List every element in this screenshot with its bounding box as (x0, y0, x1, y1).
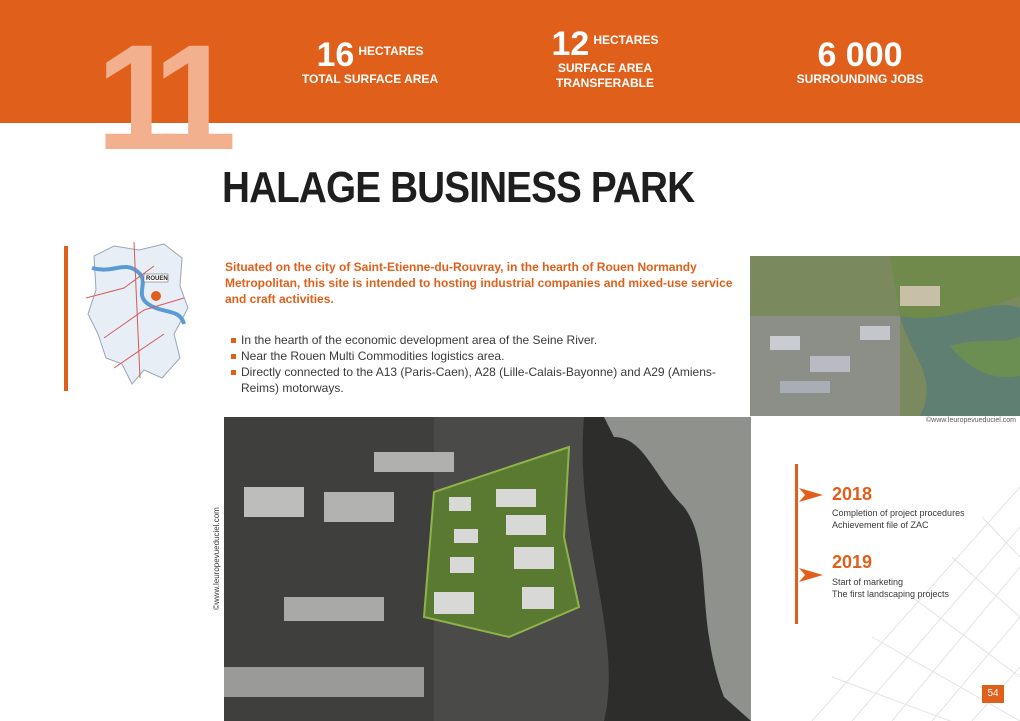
stat-surrounding-jobs: 6 000 SURROUNDING JOBS (780, 38, 940, 87)
page-title: HALAGE BUSINESS PARK (222, 163, 695, 212)
location-map: ROUEN (85, 241, 189, 385)
map-city-label: ROUEN (146, 276, 168, 282)
timeline-bar (795, 464, 798, 624)
intro-paragraph: Situated on the city of Saint-Etienne-du… (225, 260, 733, 306)
timeline-year: 2018 (832, 484, 873, 504)
stat-label: SURROUNDING JOBS (796, 72, 924, 86)
feature-list: In the hearth of the economic developmen… (231, 332, 741, 396)
stat-value: 16 (316, 36, 355, 74)
stat-label: TRANSFERABLE (556, 76, 654, 90)
timeline-text: Start of marketing (832, 577, 904, 587)
timeline-text: The first landscaping projects (832, 589, 950, 599)
accent-bar (64, 246, 68, 391)
timeline-arrow-icon (799, 488, 823, 502)
stat-value: 12 (551, 25, 590, 63)
decorative-grid (811, 486, 1020, 721)
stat-label: TOTAL SURFACE AREA (301, 72, 439, 86)
timeline-text: Completion of project procedures (832, 508, 965, 518)
stat-label: SURFACE AREA (557, 61, 653, 75)
list-item: In the hearth of the economic developmen… (231, 332, 741, 348)
timeline-arrow-icon (799, 568, 823, 582)
timeline-year: 2019 (832, 552, 873, 572)
aerial-photo (750, 256, 1020, 416)
site-number: 11 (96, 13, 237, 181)
render-credit: ©www.leuropevueduciel.com (212, 507, 221, 610)
page-number: 54 (982, 685, 1004, 703)
stat-unit: HECTARES (358, 44, 424, 58)
list-item: Near the Rouen Multi Commodities logisti… (231, 348, 741, 364)
stat-transferable-surface: 12 HECTARES SURFACE AREA TRANSFERABLE (540, 27, 670, 91)
timeline-text: Achievement file of ZAC (832, 520, 929, 530)
stat-value: 6 000 (817, 36, 903, 74)
stat-total-surface: 16 HECTARES TOTAL SURFACE AREA (290, 38, 450, 87)
stat-unit: HECTARES (593, 33, 659, 47)
site-rendering (224, 417, 751, 721)
list-item: Directly connected to the A13 (Paris-Cae… (231, 364, 741, 396)
